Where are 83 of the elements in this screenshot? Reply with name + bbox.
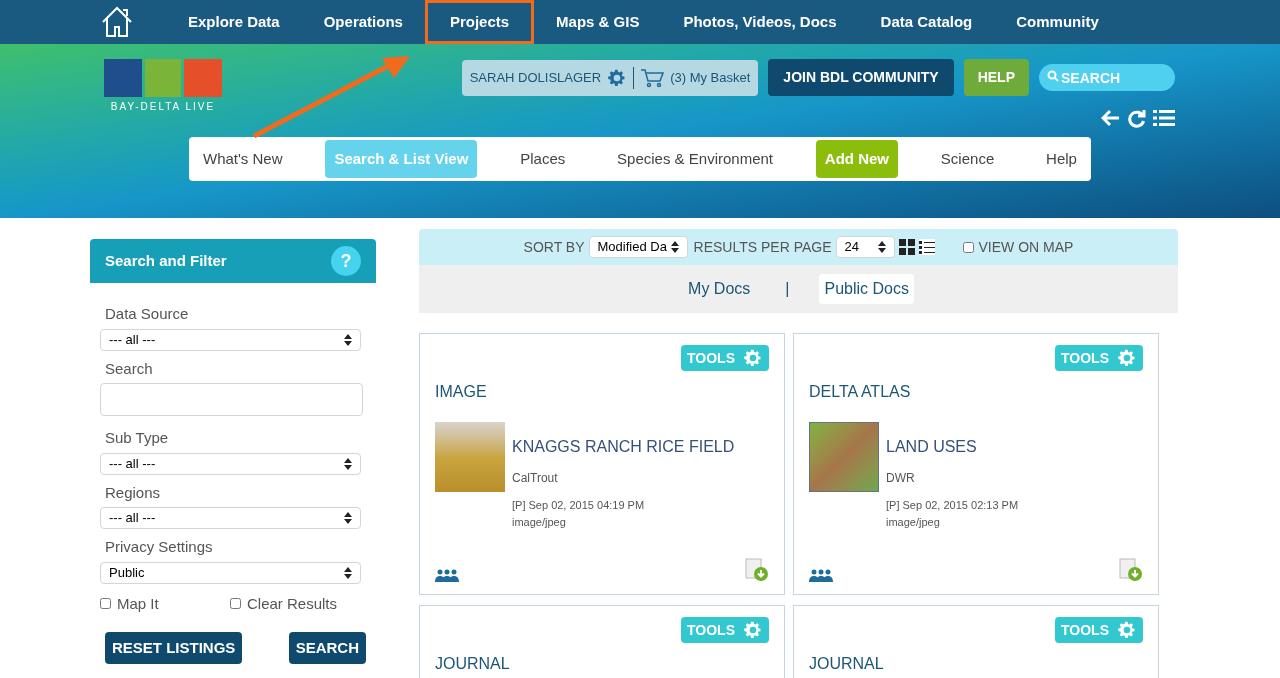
dropdown[interactable]: Modified Da	[588, 236, 688, 258]
refresh-icon[interactable]	[1127, 108, 1147, 128]
updown-arrows-icon	[344, 512, 352, 524]
nav-link[interactable]: Community	[994, 0, 1121, 44]
document-source: CalTrout	[512, 470, 559, 487]
sub-nav-tab[interactable]: Places	[511, 140, 575, 178]
checkbox[interactable]	[962, 241, 974, 253]
card-category: DELTA ATLAS	[809, 382, 912, 402]
photo-placeholder	[435, 422, 505, 492]
doc-tab[interactable]: My Docs	[683, 274, 756, 304]
checkbox[interactable]	[230, 598, 241, 610]
gear-icon	[1117, 348, 1137, 368]
sub-nav-tab[interactable]: Species & Environment	[608, 140, 782, 178]
tab-separator: |	[785, 279, 790, 299]
whale-logo-tile	[104, 59, 142, 97]
bird-logo-tile	[184, 59, 222, 97]
list-view-icon[interactable]	[918, 239, 935, 255]
document-title[interactable]: KNAGGS RANCH RICE FIELD	[512, 435, 735, 459]
field-label: Regions	[105, 482, 162, 503]
gear-icon	[743, 620, 763, 640]
sub-nav-tab[interactable]: What's New	[194, 140, 292, 178]
panel-title: Search and Filter	[105, 250, 227, 271]
checkbox[interactable]	[100, 598, 111, 610]
document-type: image/jpeg	[512, 514, 567, 530]
gear-icon	[743, 348, 763, 368]
dropdown[interactable]: 24	[835, 236, 895, 258]
gear-icon	[1117, 620, 1137, 640]
download-file-icon[interactable]	[1119, 558, 1143, 582]
card-category: JOURNAL	[809, 654, 885, 674]
nav-link[interactable]: Maps & GIS	[534, 0, 662, 44]
search-icon	[1047, 70, 1059, 82]
dropdown[interactable]: --- all ---	[100, 507, 361, 529]
document-source: DWR	[886, 470, 916, 487]
field-label: Sub Type	[105, 428, 170, 448]
updown-arrows-icon	[344, 457, 352, 470]
list-icon[interactable]	[1153, 108, 1175, 128]
sub-nav-tab[interactable]: Science	[931, 140, 1004, 178]
dropdown[interactable]: --- all ---	[100, 328, 361, 351]
home-icon[interactable]	[100, 5, 134, 39]
updown-arrows-icon	[344, 333, 352, 346]
dropdown[interactable]: --- all ---	[100, 452, 361, 475]
document-date: [P] Sep 02, 2015 04:19 PM	[512, 498, 646, 513]
field-label: Search	[105, 358, 154, 379]
nav-link[interactable]: Projects	[424, 0, 535, 44]
logo-text: BAY-DELTA LIVE	[110, 100, 216, 114]
search-input[interactable]	[100, 383, 363, 416]
nav-link[interactable]: Data Catalog	[858, 0, 995, 44]
group-icon	[809, 568, 833, 582]
view-on-map-label: VIEW ON MAP	[978, 237, 1074, 257]
dropdown[interactable]: Public	[100, 561, 361, 584]
document-date: [P] Sep 02, 2015 02:13 PM	[886, 498, 1019, 513]
per-page-label: RESULTS PER PAGE	[693, 237, 832, 257]
field-label: Privacy Settings	[105, 537, 214, 557]
updown-arrows-icon	[877, 241, 886, 253]
document-type: image/jpeg	[886, 514, 941, 530]
leaf-logo-tile	[145, 59, 181, 97]
nav-link[interactable]: Operations	[301, 0, 425, 44]
document-title[interactable]: LAND USES	[886, 435, 1019, 459]
sort-label: SORT BY	[523, 237, 585, 257]
download-file-icon[interactable]	[745, 558, 769, 582]
map-placeholder	[809, 422, 879, 492]
field-label: Data Source	[105, 304, 190, 324]
updown-arrows-icon	[670, 241, 679, 253]
cart-icon[interactable]	[640, 67, 665, 88]
checkbox-label: Map It	[117, 593, 159, 614]
basket-link[interactable]: (3) My Basket	[670, 67, 751, 88]
doc-tab[interactable]: Public Docs	[819, 274, 914, 304]
card-category: JOURNAL	[435, 654, 511, 674]
nav-link[interactable]: Explore Data	[166, 0, 302, 44]
updown-arrows-icon	[344, 566, 352, 579]
search-button[interactable]: SEARCH	[288, 632, 366, 664]
join-community-button[interactable]: JOIN BDL COMMUNITY	[768, 59, 954, 96]
back-arrow-icon[interactable]	[1101, 108, 1121, 128]
group-icon	[435, 568, 459, 582]
gear-icon	[607, 67, 628, 88]
search-field[interactable]: SEARCH	[1039, 64, 1175, 91]
user-name[interactable]: SARAH DOLISLAGER	[469, 67, 602, 88]
nav-link[interactable]: Photos, Videos, Docs	[661, 0, 859, 44]
card-category: IMAGE	[435, 382, 488, 402]
checkbox-label: Clear Results	[247, 593, 338, 614]
grid-view-icon[interactable]	[898, 239, 915, 255]
reset-button[interactable]: RESET LISTINGS	[105, 632, 243, 664]
sub-nav-tab[interactable]: Help	[1037, 140, 1086, 178]
